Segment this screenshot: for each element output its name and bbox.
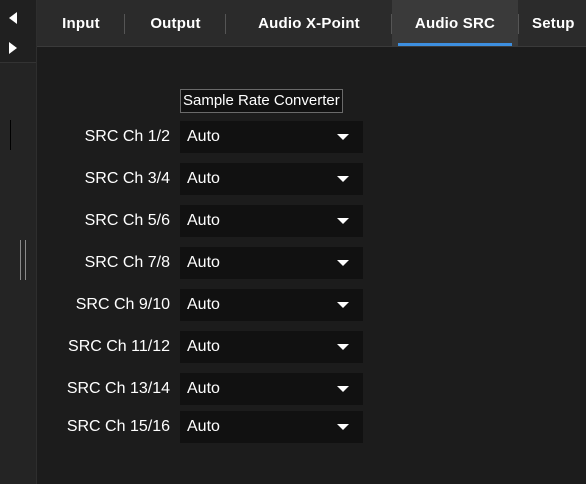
dropdown-value: Auto <box>187 380 220 397</box>
src-row-label: SRC Ch 1/2 <box>84 128 170 145</box>
src-row: SRC Ch 5/6 Auto <box>37 205 586 237</box>
caret-down-icon <box>337 386 349 392</box>
tab-label: Audio X-Point <box>258 14 360 32</box>
dropdown-value: Auto <box>187 296 220 313</box>
caret-down-icon <box>337 134 349 140</box>
src-ch-7-8-dropdown[interactable]: Auto <box>180 247 363 279</box>
src-row: SRC Ch 7/8 Auto <box>37 247 586 279</box>
tab-label: Audio SRC <box>414 14 496 32</box>
src-row: SRC Ch 1/2 Auto <box>37 121 586 153</box>
src-row-label: SRC Ch 15/16 <box>66 418 170 435</box>
caret-down-icon <box>337 344 349 350</box>
src-ch-15-16-dropdown[interactable]: Auto <box>180 411 363 443</box>
dropdown-value: Auto <box>187 418 220 435</box>
side-panel-header <box>0 0 36 63</box>
src-ch-3-4-dropdown[interactable]: Auto <box>180 163 363 195</box>
caret-down-icon <box>337 302 349 308</box>
src-row-label: SRC Ch 9/10 <box>75 296 170 313</box>
side-panel-strip <box>0 0 37 484</box>
tab-label: Setup <box>532 14 575 32</box>
audio-src-panel: Sample Rate Converter SRC Ch 1/2 Auto SR… <box>37 47 586 484</box>
caret-down-icon <box>337 260 349 266</box>
dropdown-value: Auto <box>187 254 220 271</box>
grip-line <box>20 240 21 280</box>
dropdown-value: Auto <box>187 338 220 355</box>
src-row: SRC Ch 3/4 Auto <box>37 163 586 195</box>
src-row-label: SRC Ch 11/12 <box>68 338 170 355</box>
tab-label: Output <box>150 14 201 32</box>
triangle-left-icon[interactable] <box>9 12 17 24</box>
dropdown-value: Auto <box>187 128 220 145</box>
dropdown-value: Auto <box>187 212 220 229</box>
src-ch-13-14-dropdown[interactable]: Auto <box>180 373 363 405</box>
tab-audio-src[interactable]: Audio SRC <box>392 0 518 46</box>
tab-setup[interactable]: Setup <box>518 0 586 46</box>
tab-separator <box>518 14 519 34</box>
tab-bar: Input Output Audio X-Point Audio SRC Set… <box>37 0 586 47</box>
src-row: SRC Ch 13/14 Auto <box>37 373 586 405</box>
src-row-label: SRC Ch 5/6 <box>84 212 170 229</box>
tab-output[interactable]: Output <box>125 0 226 46</box>
caret-down-icon <box>337 218 349 224</box>
caret-down-icon <box>337 424 349 430</box>
tab-label: Input <box>62 14 100 32</box>
src-ch-11-12-dropdown[interactable]: Auto <box>180 331 363 363</box>
src-row: SRC Ch 15/16 Auto <box>37 411 586 443</box>
tab-audio-x-point[interactable]: Audio X-Point <box>226 0 392 46</box>
src-row-label: SRC Ch 7/8 <box>84 254 170 271</box>
app-window: Input Output Audio X-Point Audio SRC Set… <box>0 0 586 484</box>
dropdown-value: Auto <box>187 170 220 187</box>
tab-input[interactable]: Input <box>37 0 125 46</box>
src-row-label: SRC Ch 3/4 <box>84 170 170 187</box>
caret-down-icon <box>337 176 349 182</box>
src-row: SRC Ch 9/10 Auto <box>37 289 586 321</box>
src-ch-5-6-dropdown[interactable]: Auto <box>180 205 363 237</box>
section-title: Sample Rate Converter <box>180 89 343 113</box>
drag-grip-icon[interactable] <box>20 240 30 280</box>
src-row-label: SRC Ch 13/14 <box>66 380 170 397</box>
grip-line <box>25 240 26 280</box>
src-row: SRC Ch 11/12 Auto <box>37 331 586 363</box>
src-ch-1-2-dropdown[interactable]: Auto <box>180 121 363 153</box>
triangle-right-icon[interactable] <box>9 42 17 54</box>
src-ch-9-10-dropdown[interactable]: Auto <box>180 289 363 321</box>
divider <box>10 120 11 150</box>
